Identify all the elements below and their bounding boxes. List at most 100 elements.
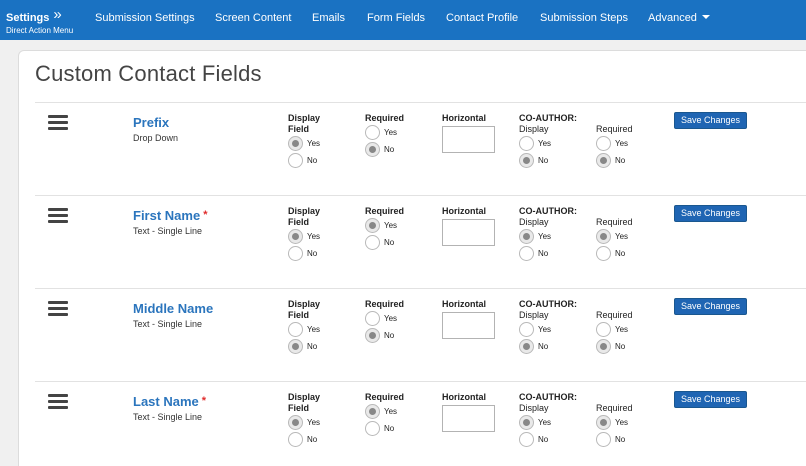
drag-handle-icon[interactable]	[48, 394, 68, 412]
radio-label: No	[615, 156, 626, 165]
nav-item-emails[interactable]: Emails	[312, 12, 345, 24]
radio-button[interactable]	[519, 229, 534, 244]
co-display-no-option[interactable]: No	[519, 338, 577, 355]
co-display-yes-option[interactable]: Yes	[519, 414, 577, 431]
drag-handle-icon[interactable]	[48, 115, 68, 133]
field-name-text: First Name	[133, 208, 201, 223]
radio-button[interactable]	[596, 136, 611, 151]
brand[interactable]: Settings» Direct Action Menu	[6, 7, 73, 35]
co-display-no-option[interactable]: No	[519, 431, 577, 448]
radio-button[interactable]	[596, 415, 611, 430]
horizontal-input[interactable]	[442, 405, 495, 432]
radio-button[interactable]	[288, 153, 303, 168]
nav-item-submission-steps[interactable]: Submission Steps	[540, 12, 628, 24]
nav-item-advanced[interactable]: Advanced	[648, 12, 710, 24]
radio-button[interactable]	[596, 339, 611, 354]
radio-label: No	[615, 249, 626, 258]
co-required-yes-option[interactable]: Yes	[596, 414, 633, 431]
radio-button[interactable]	[365, 311, 380, 326]
co-required-no-option[interactable]: No	[596, 245, 633, 262]
save-changes-button[interactable]: Save Changes	[674, 298, 748, 315]
radio-label: Yes	[384, 314, 398, 323]
radio-button[interactable]	[365, 235, 380, 250]
nav-item-submission-settings[interactable]: Submission Settings	[95, 12, 195, 24]
radio-button[interactable]	[596, 432, 611, 447]
save-changes-button[interactable]: Save Changes	[674, 112, 748, 129]
radio-button[interactable]	[365, 142, 380, 157]
display-no-option[interactable]: No	[288, 245, 320, 262]
co-required-no-option[interactable]: No	[596, 431, 633, 448]
radio-button[interactable]	[596, 153, 611, 168]
radio-button[interactable]	[365, 328, 380, 343]
co-display-yes-option[interactable]: Yes	[519, 135, 577, 152]
radio-button[interactable]	[288, 136, 303, 151]
radio-button[interactable]	[288, 229, 303, 244]
drag-handle-icon[interactable]	[48, 301, 68, 319]
required-yes-option[interactable]: Yes	[365, 124, 404, 141]
nav-item-contact-profile[interactable]: Contact Profile	[446, 12, 518, 24]
co-display-no-option[interactable]: No	[519, 152, 577, 169]
save-changes-button[interactable]: Save Changes	[674, 391, 748, 408]
horizontal-input[interactable]	[442, 219, 495, 246]
drag-handle-icon[interactable]	[48, 208, 68, 226]
radio-button[interactable]	[365, 218, 380, 233]
co-display-no-option[interactable]: No	[519, 245, 577, 262]
display-no-option[interactable]: No	[288, 338, 320, 355]
co-required-yes-option[interactable]: Yes	[596, 228, 633, 245]
radio-button[interactable]	[365, 404, 380, 419]
save-changes-button[interactable]: Save Changes	[674, 205, 748, 222]
display-field-group: Display Field Yes No	[288, 206, 320, 262]
required-yes-option[interactable]: Yes	[365, 403, 404, 420]
radio-button[interactable]	[288, 339, 303, 354]
radio-button[interactable]	[519, 339, 534, 354]
co-display-yes-option[interactable]: Yes	[519, 228, 577, 245]
radio-button[interactable]	[288, 322, 303, 337]
required-yes-option[interactable]: Yes	[365, 310, 404, 327]
radio-label: Yes	[538, 232, 552, 241]
co-required-no-option[interactable]: No	[596, 152, 633, 169]
display-no-option[interactable]: No	[288, 152, 320, 169]
coauthor-label: CO-AUTHOR:	[519, 392, 577, 402]
radio-button[interactable]	[519, 322, 534, 337]
radio-button[interactable]	[365, 421, 380, 436]
co-required-yes-option[interactable]: Yes	[596, 135, 633, 152]
horizontal-input[interactable]	[442, 126, 495, 153]
radio-button[interactable]	[596, 246, 611, 261]
radio-button[interactable]	[519, 246, 534, 261]
radio-button[interactable]	[596, 322, 611, 337]
display-field-group: Display Field Yes No	[288, 392, 320, 448]
radio-button[interactable]	[519, 136, 534, 151]
radio-button[interactable]	[288, 415, 303, 430]
required-no-option[interactable]: No	[365, 420, 404, 437]
radio-label: Yes	[538, 139, 552, 148]
horizontal-input[interactable]	[442, 312, 495, 339]
display-yes-option[interactable]: Yes	[288, 135, 320, 152]
required-label: Required	[365, 392, 405, 402]
radio-label: Yes	[384, 128, 398, 137]
coauthor-required-group: Required Yes No	[596, 310, 633, 355]
radio-button[interactable]	[519, 415, 534, 430]
required-asterisk: *	[203, 209, 208, 221]
display-no-option[interactable]: No	[288, 431, 320, 448]
display-field-group: Display Field Yes No	[288, 113, 320, 169]
radio-label: Yes	[307, 325, 321, 334]
co-required-no-option[interactable]: No	[596, 338, 633, 355]
radio-button[interactable]	[365, 125, 380, 140]
double-chevron-right-icon[interactable]: »	[53, 6, 61, 23]
nav-item-screen-content[interactable]: Screen Content	[215, 12, 291, 24]
required-no-option[interactable]: No	[365, 141, 404, 158]
radio-button[interactable]	[596, 229, 611, 244]
required-no-option[interactable]: No	[365, 327, 404, 344]
co-required-yes-option[interactable]: Yes	[596, 321, 633, 338]
display-yes-option[interactable]: Yes	[288, 228, 320, 245]
radio-button[interactable]	[519, 432, 534, 447]
display-yes-option[interactable]: Yes	[288, 414, 320, 431]
co-display-yes-option[interactable]: Yes	[519, 321, 577, 338]
radio-button[interactable]	[288, 432, 303, 447]
radio-button[interactable]	[288, 246, 303, 261]
radio-button[interactable]	[519, 153, 534, 168]
display-yes-option[interactable]: Yes	[288, 321, 320, 338]
required-no-option[interactable]: No	[365, 234, 404, 251]
required-yes-option[interactable]: Yes	[365, 217, 404, 234]
nav-item-form-fields[interactable]: Form Fields	[367, 12, 425, 24]
